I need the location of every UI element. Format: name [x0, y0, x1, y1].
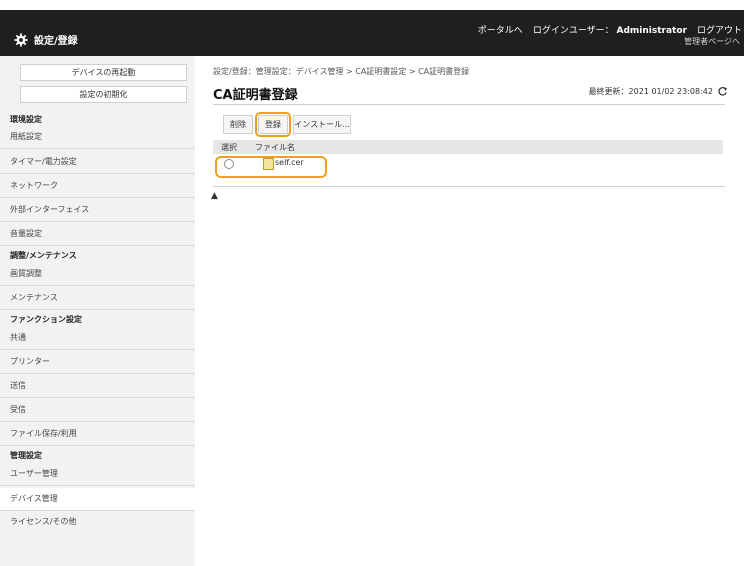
- sidebar-item-volume[interactable]: 音量設定: [10, 228, 42, 239]
- sidebar-item-printer[interactable]: プリンター: [10, 356, 50, 367]
- install-button[interactable]: インストール...: [293, 115, 351, 134]
- table-header: 選択 ファイル名: [213, 140, 723, 154]
- sidebar-item-image-quality[interactable]: 画質調整: [10, 268, 42, 279]
- sidebar-section-management: 管理設定: [10, 451, 42, 460]
- gear-icon: [14, 32, 28, 47]
- register-button[interactable]: 登録: [255, 112, 291, 137]
- main-content: 設定/登録：管理設定：デバイス管理 > CA証明書設定 > CA証明書登録 CA…: [195, 56, 744, 566]
- divider: [0, 445, 195, 446]
- initialize-settings-button[interactable]: 設定の初期化: [20, 86, 187, 103]
- header-bar: ポータルへ ログインユーザー： Administrator ログアウト 設定/登…: [0, 10, 744, 56]
- divider: [0, 309, 195, 310]
- delete-button[interactable]: 削除: [223, 115, 253, 134]
- divider: [0, 148, 195, 149]
- logout-link[interactable]: ログアウト: [697, 23, 742, 36]
- top-marker[interactable]: ▲: [211, 191, 218, 201]
- portal-link[interactable]: ポータルへ: [478, 23, 523, 36]
- sidebar-item-file-storage[interactable]: ファイル保存/利用: [10, 428, 77, 439]
- sidebar-item-maintenance[interactable]: メンテナンス: [10, 292, 58, 303]
- divider: [0, 421, 195, 422]
- divider: [0, 373, 195, 374]
- sidebar-item-send[interactable]: 送信: [10, 380, 26, 391]
- divider: [0, 197, 195, 198]
- column-header-filename: ファイル名: [255, 143, 295, 152]
- sidebar-item-common[interactable]: 共通: [10, 332, 26, 343]
- sidebar-section-environment: 環境設定: [10, 115, 42, 124]
- last-updated-label: 最終更新：2021 01/02 23:08:42: [588, 87, 713, 96]
- divider: [0, 221, 195, 222]
- app-title-group: 設定/登録: [14, 32, 78, 47]
- divider: [0, 397, 195, 398]
- last-updated: 最終更新：2021 01/02 23:08:42: [589, 86, 728, 97]
- divider: [0, 485, 195, 486]
- sidebar-item-timer-power[interactable]: タイマー/電力設定: [10, 156, 77, 167]
- sidebar-item-external-interface[interactable]: 外部インターフェイス: [10, 204, 89, 215]
- divider: [0, 349, 195, 350]
- header-user-info: ポータルへ ログインユーザー： Administrator ログアウト: [478, 23, 742, 36]
- sidebar-section-function: ファンクション設定: [10, 315, 82, 324]
- breadcrumb: 設定/登録：管理設定：デバイス管理 > CA証明書設定 > CA証明書登録: [213, 67, 470, 76]
- app-title: 設定/登録: [34, 36, 78, 47]
- sidebar-item-receive[interactable]: 受信: [10, 404, 26, 415]
- login-user-label: ログインユーザー：: [532, 26, 614, 36]
- divider: [0, 510, 195, 511]
- sidebar-item-license-other[interactable]: ライセンス/その他: [10, 516, 77, 527]
- column-header-select: 選択: [221, 143, 237, 152]
- table-divider: [213, 186, 725, 187]
- sidebar-section-adjustment: 調整/メンテナンス: [10, 251, 77, 260]
- page-title: CA証明書登録: [213, 88, 298, 103]
- divider: [0, 173, 195, 174]
- refresh-icon[interactable]: [717, 86, 728, 97]
- sidebar-item-device-management[interactable]: デバイス管理: [0, 488, 195, 510]
- divider: [0, 245, 195, 246]
- user-name: Administrator: [616, 26, 687, 36]
- sidebar-item-network[interactable]: ネットワーク: [10, 180, 58, 191]
- row-highlight: [215, 156, 327, 178]
- header: ポータルへ ログインユーザー： Administrator ログアウト 設定/登…: [0, 0, 744, 56]
- sidebar-item-user-management[interactable]: ユーザー管理: [10, 468, 58, 479]
- title-divider: [213, 104, 725, 105]
- restart-device-button[interactable]: デバイスの再起動: [20, 64, 187, 81]
- admin-portal-link[interactable]: 管理者ページへ: [684, 36, 740, 47]
- sidebar-item-paper[interactable]: 用紙設定: [10, 131, 42, 142]
- divider: [0, 285, 195, 286]
- sidebar: デバイスの再起動 設定の初期化 環境設定 用紙設定 タイマー/電力設定 ネットワ…: [0, 56, 196, 566]
